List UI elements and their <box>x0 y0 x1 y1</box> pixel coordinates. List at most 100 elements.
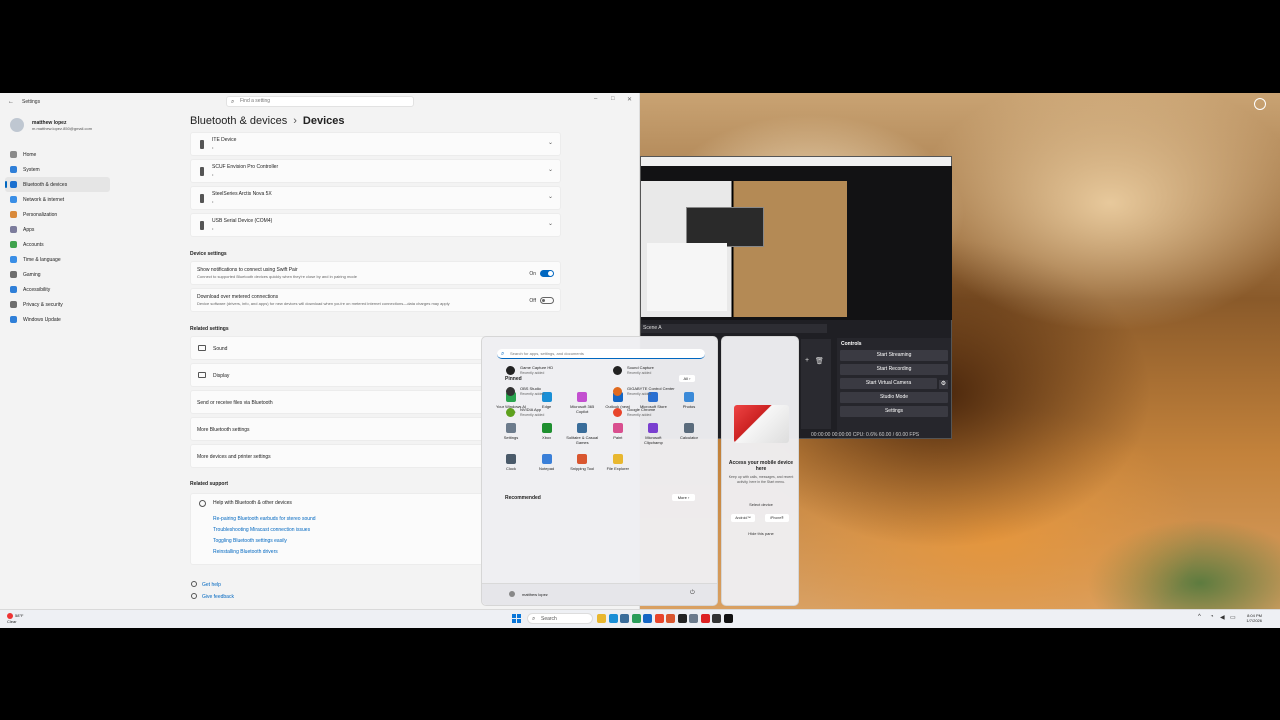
get-help-link[interactable]: Get help <box>202 582 221 588</box>
sidebar-item-windows-update[interactable]: Windows Update <box>5 312 110 327</box>
device-row[interactable]: ITE Device • ⌄ <box>190 132 561 156</box>
sources-dock: + 🗑 <box>801 339 831 429</box>
taskbar-app-icon[interactable] <box>654 614 664 623</box>
taskbar-app-icon[interactable] <box>689 614 698 623</box>
avatar[interactable] <box>509 591 515 597</box>
studio-mode-button[interactable]: Studio Mode <box>840 392 948 403</box>
support-link[interactable]: Reinstalling Bluetooth drivers <box>213 549 278 555</box>
sidebar-item-system[interactable]: System <box>5 162 110 177</box>
app-icon <box>541 423 552 433</box>
speaker-icon <box>198 345 206 351</box>
pinned-app[interactable]: Microsoft Clipchamp <box>636 423 670 445</box>
device-row[interactable]: SteelSeries Arctis Nova 5X • ⌄ <box>190 186 561 210</box>
volume-icon[interactable]: ◀ <box>1220 614 1225 621</box>
taskbar-app-icon[interactable] <box>620 614 629 623</box>
clock[interactable]: 8:04 PM 1/7/2026 <box>1246 613 1262 623</box>
taskbar-app-icon[interactable] <box>631 614 641 623</box>
android-button[interactable]: Android™ <box>731 514 755 522</box>
sidebar-item-apps[interactable]: Apps <box>5 222 110 237</box>
metered-toggle[interactable] <box>540 297 554 304</box>
hide-pane-link[interactable]: Hide this pane <box>726 531 796 536</box>
pinned-app[interactable]: Calculator <box>672 423 706 440</box>
support-link[interactable]: Re-pairing Bluetooth earbuds for stereo … <box>213 516 316 522</box>
start-recording-button[interactable]: Start Recording <box>840 364 948 375</box>
sidebar-item-accessibility[interactable]: Accessibility <box>5 282 110 297</box>
taskbar-app-icon[interactable] <box>666 614 675 623</box>
chevron-down-icon[interactable]: ⌄ <box>548 166 553 173</box>
chevron-down-icon[interactable]: ⌄ <box>548 193 553 200</box>
power-icon[interactable]: ⏻ <box>690 590 695 597</box>
add-source-icon[interactable]: + <box>805 357 809 364</box>
sidebar-item-gaming[interactable]: Gaming <box>5 267 110 282</box>
obs-preview <box>641 166 952 320</box>
user-card[interactable]: matthew lopez m.matthew.lopez.850@gmail.… <box>10 118 92 132</box>
settings-search-input[interactable]: ⌕ Find a setting <box>226 96 414 107</box>
taskbar-app-icon[interactable] <box>597 614 606 623</box>
swift-pair-toggle[interactable] <box>540 270 554 277</box>
weather-widget[interactable]: 58°F Clear <box>7 613 24 624</box>
sidebar-item-network[interactable]: Network & internet <box>5 192 110 207</box>
delete-source-icon[interactable]: 🗑 <box>815 357 824 365</box>
pinned-app[interactable]: Settings <box>494 423 528 440</box>
back-arrow-icon[interactable]: ← <box>8 99 14 105</box>
chevron-up-icon[interactable]: ^ <box>1198 614 1201 620</box>
obs-settings-button[interactable]: Settings <box>840 406 948 417</box>
wifi-icon[interactable]: ◔ <box>1210 614 1214 620</box>
pinned-app[interactable]: Snipping Tool <box>565 454 599 471</box>
sidebar-item-accounts[interactable]: Accounts <box>5 237 110 252</box>
taskbar-app-icon[interactable] <box>643 614 652 623</box>
start-virtual-camera-button[interactable]: Start Virtual Camera <box>840 378 937 389</box>
taskbar: 58°F Clear ⌕ Search ^ ◔ ◀ ▭ 8:04 PM 1/7/… <box>0 609 1280 628</box>
pinned-app[interactable]: Clock <box>494 454 528 471</box>
wallpaper-info-icon[interactable] <box>1254 98 1266 110</box>
recommended-item[interactable]: OBS Studio Recently added <box>506 386 606 398</box>
windows-start-icon[interactable] <box>512 614 521 623</box>
device-row[interactable]: SCUF Envision Pro Controller • ⌄ <box>190 159 561 183</box>
support-heading[interactable]: Help with Bluetooth & other devices <box>213 500 292 506</box>
controls-title: Controls <box>841 341 862 347</box>
related-support-heading: Related support <box>190 481 229 487</box>
device-row[interactable]: USB Serial Device (COM4) • ⌄ <box>190 213 561 237</box>
sidebar-item-privacy[interactable]: Privacy & security <box>5 297 110 312</box>
iphone-button[interactable]: iPhone® <box>765 514 789 522</box>
pinned-app[interactable]: Paint <box>601 423 635 440</box>
start-streaming-button[interactable]: Start Streaming <box>840 350 948 361</box>
support-link[interactable]: Toggling Bluetooth settings easily <box>213 538 287 544</box>
recommended-item[interactable]: Game Capture HD Recently added <box>506 365 606 377</box>
taskbar-search[interactable]: ⌕ Search <box>527 613 593 624</box>
chevron-down-icon[interactable]: ⌄ <box>548 220 553 227</box>
give-feedback-link[interactable]: Give feedback <box>202 594 234 600</box>
taskbar-app-icon[interactable] <box>677 614 687 623</box>
sidebar-item-bluetooth[interactable]: Bluetooth & devices <box>5 177 110 192</box>
breadcrumb-parent[interactable]: Bluetooth & devices <box>190 115 287 127</box>
pinned-app[interactable]: File Explorer <box>601 454 635 471</box>
taskbar-app-icon[interactable] <box>700 614 710 623</box>
pinned-app[interactable]: Xbox <box>530 423 564 440</box>
maximize-icon[interactable]: □ <box>611 96 615 102</box>
close-icon[interactable]: ✕ <box>627 96 632 103</box>
pinned-app[interactable]: Solitaire & Casual Games <box>565 423 599 445</box>
pinned-app-label: Settings <box>503 435 519 440</box>
recommended-name: Google Chrome <box>627 407 656 412</box>
more-button[interactable]: More › <box>672 494 695 501</box>
start-user-name[interactable]: matthew lopez <box>522 592 548 597</box>
recommended-item[interactable]: GIGABYTE Control Center Recently added <box>613 386 713 398</box>
taskbar-app-icon[interactable] <box>712 614 721 623</box>
chevron-down-icon[interactable]: ⌄ <box>548 139 553 146</box>
sidebar-item-home[interactable]: Home <box>5 147 110 162</box>
gear-icon[interactable]: ⚙ <box>939 380 948 389</box>
start-search-input[interactable]: ⌕ Search for apps, settings, and documen… <box>497 349 705 359</box>
recommended-item[interactable]: NVIDIA App Recently added <box>506 407 606 419</box>
recommended-item[interactable]: Sound Capture Recently added <box>613 365 713 377</box>
recommended-item[interactable]: Google Chrome Recently added <box>613 407 713 419</box>
minimize-icon[interactable]: – <box>594 96 597 102</box>
recommended-sub: Recently added <box>520 392 545 396</box>
sidebar-item-personalization[interactable]: Personalization <box>5 207 110 222</box>
taskbar-app-icon[interactable] <box>608 614 618 623</box>
battery-icon[interactable]: ▭ <box>1230 614 1236 621</box>
scene-selector[interactable]: Scene A <box>641 324 827 333</box>
support-link[interactable]: Troubleshooting Miracast connection issu… <box>213 527 310 533</box>
taskbar-app-icon[interactable] <box>723 614 733 623</box>
sidebar-item-time-language[interactable]: Time & language <box>5 252 110 267</box>
pinned-app[interactable]: Notepad <box>530 454 564 471</box>
